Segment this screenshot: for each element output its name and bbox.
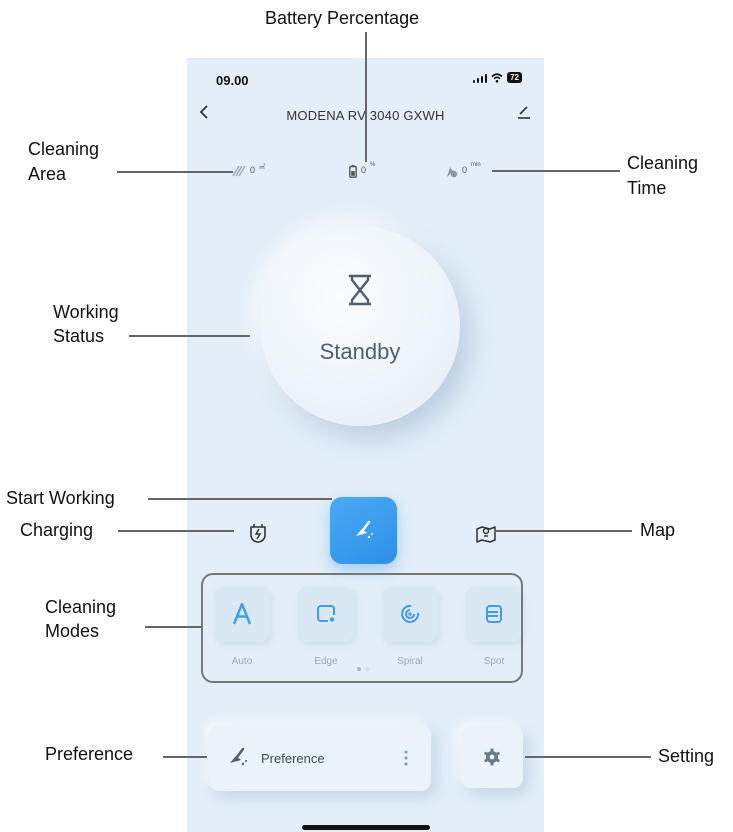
annotation-start-working: Start Working xyxy=(6,488,115,508)
battery-value: 0 xyxy=(361,165,367,175)
cleaning-area-value: 0 xyxy=(250,165,256,175)
annotation-battery-percentage: Battery Percentage xyxy=(265,8,420,28)
wifi-icon xyxy=(491,72,503,83)
status-icons: 72 xyxy=(472,72,522,83)
start-working-button[interactable] xyxy=(330,497,397,564)
setting-button[interactable] xyxy=(461,726,523,788)
charging-dock-icon xyxy=(250,524,266,543)
phone-screen: 09.00 72 MODENA RV 3040 GXWH 0 ㎡ 0 % 0 m… xyxy=(187,58,544,832)
battery-stat: 0 % xyxy=(349,162,376,178)
timer-icon xyxy=(447,167,458,178)
annotation-line xyxy=(163,756,207,758)
map-icon xyxy=(476,526,496,543)
annotation-line xyxy=(145,626,201,628)
cleaning-time-unit: min xyxy=(471,162,481,168)
hourglass-icon xyxy=(349,274,371,306)
map-button[interactable] xyxy=(472,519,500,547)
annotation-line xyxy=(525,756,651,758)
annotation-working-status-1: Working xyxy=(53,302,119,322)
battery-status: 72 xyxy=(507,72,522,83)
annotation-line xyxy=(365,32,367,162)
signal-icon xyxy=(472,73,488,83)
annotation-line xyxy=(492,170,620,172)
annotation-line xyxy=(118,530,234,532)
cleaning-time-value: 0 xyxy=(462,165,468,175)
charging-button[interactable] xyxy=(244,519,272,547)
annotation-line xyxy=(129,335,250,337)
annotation-modes-box xyxy=(201,573,523,683)
status-time: 09.00 xyxy=(216,73,249,88)
annotation-cleaning-time-2: Time xyxy=(627,178,667,198)
annotation-line xyxy=(117,171,233,173)
battery-icon xyxy=(349,165,357,178)
battery-unit: % xyxy=(370,162,376,168)
broom-icon xyxy=(355,520,373,538)
more-vertical-icon[interactable] xyxy=(403,750,409,766)
cleaning-area-unit: ㎡ xyxy=(259,165,266,171)
pencil-icon xyxy=(518,106,530,119)
cleaning-time-stat: 0 min xyxy=(445,162,481,178)
home-indicator xyxy=(302,825,430,830)
annotation-cleaning-time-1: Cleaning xyxy=(627,153,699,173)
annotation-cleaning-area-1: Cleaning xyxy=(28,139,100,159)
annotation-charging: Charging xyxy=(20,520,94,540)
preference-button[interactable]: Preference xyxy=(209,725,431,791)
cleaning-area-stat: 0 ㎡ xyxy=(232,165,265,177)
edit-button[interactable] xyxy=(516,104,532,125)
annotation-setting: Setting xyxy=(658,746,715,766)
gear-icon xyxy=(484,748,500,766)
annotation-working-status-2: Status xyxy=(53,326,105,346)
annotation-map: Map xyxy=(640,520,676,540)
annotation-cleaning-modes-2: Modes xyxy=(45,621,100,641)
annotation-cleaning-area-2: Area xyxy=(28,164,67,184)
preference-label: Preference xyxy=(261,751,325,766)
broom-icon xyxy=(230,747,247,766)
annotation-line xyxy=(494,530,632,532)
working-status-text: Standby xyxy=(319,339,401,364)
annotation-line xyxy=(148,498,332,500)
annotation-cleaning-modes-1: Cleaning xyxy=(45,597,117,617)
annotation-preference: Preference xyxy=(45,744,134,764)
area-hatch-icon xyxy=(232,165,246,177)
working-status-button[interactable]: Standby xyxy=(260,226,460,426)
